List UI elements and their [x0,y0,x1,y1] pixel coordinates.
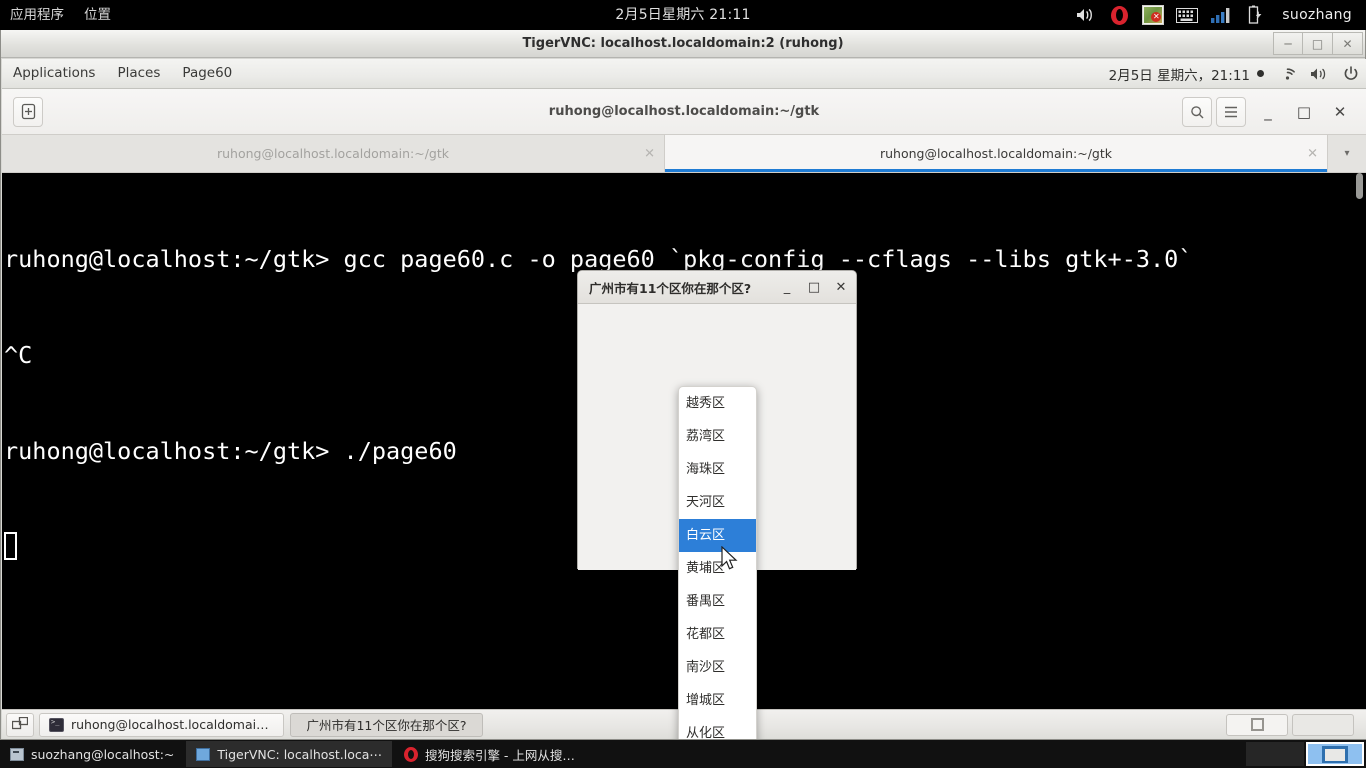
workspace-window-indicator-icon [1250,718,1264,731]
network-signal-icon[interactable] [1210,4,1232,26]
guest-desktop: Applications Places Page60 2月5日 星期六，21:1… [2,59,1366,739]
host-workspace-pager [1246,741,1364,767]
battery-icon[interactable] [1244,4,1266,26]
host-taskbar-item-tigervnc[interactable]: TigerVNC: localhost.loca⋯ [186,741,392,767]
guest-panel-status-area: 2月5日 星期六，21:11 [1109,59,1360,88]
tigervnc-maximize-button[interactable]: □ [1303,32,1333,55]
terminal-cursor [4,532,17,560]
volume-icon[interactable] [1310,65,1328,83]
host-taskbar-item-browser[interactable]: 搜狗搜索引擎 - 上网从搜… [394,741,585,767]
terminal-tab-1[interactable]: ruhong@localhost.localdomain:~/gtk ✕ [2,135,665,172]
guest-menu-applications[interactable]: Applications [2,59,106,88]
tigervnc-title: TigerVNC: localhost.localdomain:2 (ruhon… [522,36,844,51]
host-workspace-1[interactable] [1246,742,1304,766]
host-system-tray: ✕ suozhang [1074,0,1362,30]
host-workspace-2[interactable] [1306,742,1364,766]
gtk-maximize-button[interactable]: □ [807,280,821,295]
dropdown-item-yuexiu[interactable]: 越秀区 [679,387,756,420]
dropdown-item-liwan[interactable]: 荔湾区 [679,420,756,453]
host-top-panel: 应用程序 位置 2月5日星期六 21:11 ✕ suozhang [0,0,1366,30]
gtk-minimize-button[interactable]: _ [780,280,794,295]
power-icon[interactable] [1342,65,1360,83]
host-taskbar: suozhang@localhost:~ TigerVNC: localhost… [0,740,1366,768]
gtk-window-titlebar[interactable]: 广州市有11个区你在那个区? _ □ ✕ [578,271,856,304]
terminal-close-button[interactable]: ✕ [1322,89,1358,135]
tigervnc-window: TigerVNC: localhost.localdomain:2 (ruhon… [0,30,1366,740]
district-dropdown-popup[interactable]: 越秀区 荔湾区 海珠区 天河区 白云区 黄埔区 番禺区 花都区 南沙区 增城区 … [678,386,757,739]
gtk-window-controls: _ □ ✕ [780,280,856,295]
taskbar-item-terminal-label: ruhong@localhost.localdomain:~/… [71,717,274,732]
guest-menu-places[interactable]: Places [106,59,171,88]
dropdown-item-zengcheng[interactable]: 增城区 [679,684,756,717]
guest-window-title-page60[interactable]: Page60 [171,59,243,88]
dropdown-item-huadu[interactable]: 花都区 [679,618,756,651]
host-desktop: 应用程序 位置 2月5日星期六 21:11 ✕ suozhang TigerVN… [0,0,1366,768]
dropdown-item-conghua[interactable]: 从化区 [679,717,756,739]
terminal-maximize-button[interactable]: □ [1286,89,1322,135]
terminal-tab-2[interactable]: ruhong@localhost.localdomain:~/gtk ✕ [665,135,1328,172]
opera-icon[interactable] [1108,4,1130,26]
tigervnc-titlebar[interactable]: TigerVNC: localhost.localdomain:2 (ruhon… [1,30,1365,58]
guest-workspace-switcher [1226,713,1362,736]
dropdown-item-panyu[interactable]: 番禺区 [679,585,756,618]
workspace-1[interactable] [1226,713,1288,736]
hamburger-menu-icon[interactable] [1216,97,1246,127]
taskbar-item-gtk-dialog[interactable]: 广州市有11个区你在那个区? [290,712,483,737]
keyboard-icon[interactable] [1176,4,1199,26]
terminal-title: ruhong@localhost.localdomain:~/gtk [548,104,820,119]
package-update-icon[interactable]: ✕ [1142,4,1165,26]
workspace-2[interactable] [1292,713,1354,736]
host-taskbar-item-terminal-label: suozhang@localhost:~ [31,746,175,762]
host-menu-applications[interactable]: 应用程序 [0,0,74,30]
terminal-scrollbar[interactable] [1353,173,1366,709]
terminal-minimize-button[interactable]: _ [1250,89,1286,135]
search-icon[interactable] [1182,97,1212,127]
gtk-window-title: 广州市有11个区你在那个区? [589,280,752,296]
terminal-header-bar: ruhong@localhost.localdomain:~/gtk _ □ ✕ [2,89,1366,135]
gtk-close-button[interactable]: ✕ [834,280,848,295]
taskbar-item-terminal[interactable]: ruhong@localhost.localdomain:~/… [39,712,284,737]
tigervnc-close-button[interactable]: ✕ [1333,32,1363,55]
volume-icon[interactable] [1074,4,1096,26]
terminal-icon [10,747,24,761]
window-icon [196,747,211,761]
terminal-tab-2-close-icon[interactable]: ✕ [1307,146,1318,161]
taskbar-item-gtk-dialog-label: 广州市有11个区你在那个区? [306,718,467,733]
terminal-tab-2-label: ruhong@localhost.localdomain:~/gtk [880,146,1112,161]
host-username[interactable]: suozhang [1278,7,1362,23]
show-desktop-icon[interactable] [6,712,34,737]
new-tab-button[interactable] [13,96,43,127]
terminal-tab-bar: ruhong@localhost.localdomain:~/gtk ✕ ruh… [2,135,1366,173]
chevron-down-icon[interactable]: ▾ [1328,135,1366,172]
host-taskbar-item-terminal[interactable]: suozhang@localhost:~ [0,741,184,767]
host-taskbar-item-tigervnc-label: TigerVNC: localhost.loca⋯ [217,746,382,762]
opera-icon [403,746,418,762]
notification-dot-icon [1257,70,1264,77]
dropdown-item-haizhu[interactable]: 海珠区 [679,453,756,486]
host-workspace-window-thumbnail [1322,745,1348,763]
dropdown-item-tianhe[interactable]: 天河区 [679,486,756,519]
terminal-tab-1-close-icon[interactable]: ✕ [644,146,655,161]
terminal-icon [49,717,64,732]
guest-top-panel: Applications Places Page60 2月5日 星期六，21:1… [2,59,1366,89]
guest-clock[interactable]: 2月5日 星期六，21:11 [1109,64,1264,84]
host-menu-places[interactable]: 位置 [74,0,121,30]
dropdown-item-baiyun[interactable]: 白云区 [679,519,756,552]
terminal-header-controls: _ □ ✕ [1182,89,1358,135]
terminal-tab-1-label: ruhong@localhost.localdomain:~/gtk [217,146,449,161]
host-taskbar-item-browser-label: 搜狗搜索引擎 - 上网从搜… [424,747,575,763]
dropdown-item-nansha[interactable]: 南沙区 [679,651,756,684]
tigervnc-window-controls: ─ □ ✕ [1273,32,1363,55]
tigervnc-minimize-button[interactable]: ─ [1273,32,1303,55]
wifi-icon[interactable] [1278,65,1296,83]
dropdown-item-huangpu[interactable]: 黄埔区 [679,552,756,585]
guest-clock-text: 2月5日 星期六，21:11 [1108,67,1250,84]
terminal-scrollbar-thumb[interactable] [1356,173,1363,199]
